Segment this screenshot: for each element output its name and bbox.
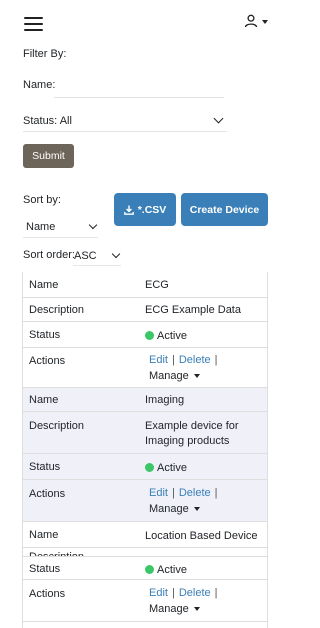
- actions-cell: Edit | Delete | Manage: [149, 353, 269, 384]
- chevron-down-icon: [193, 507, 200, 512]
- delete-link[interactable]: Delete: [179, 487, 211, 499]
- status-cell: Active: [145, 329, 265, 343]
- table-row: Actions Edit | Delete | Manage: [23, 348, 267, 388]
- manage-label: Manage: [149, 602, 189, 615]
- chevron-down-icon: [193, 607, 200, 612]
- create-device-button[interactable]: Create Device: [181, 193, 268, 226]
- table-row: Status Active: [23, 454, 267, 480]
- edit-link[interactable]: Edit: [149, 487, 168, 499]
- separator: |: [171, 487, 175, 499]
- table-row: Actions Edit | Delete | Manage: [23, 480, 267, 522]
- status-dot-icon: [145, 331, 154, 340]
- name-key: Name: [29, 279, 59, 291]
- status-key: Status: [29, 461, 61, 473]
- chevron-down-icon: [88, 220, 98, 229]
- status-key: Status: [29, 329, 61, 341]
- actions-key: Actions: [29, 488, 66, 500]
- hamburger-menu-icon[interactable]: [24, 17, 43, 31]
- delete-link[interactable]: Delete: [179, 354, 211, 366]
- device-name: Imaging: [145, 394, 185, 406]
- status-select[interactable]: Status: All: [23, 110, 227, 132]
- table-row: Description ECG Example Data: [23, 298, 267, 322]
- table-row: Name Location Based Device: [23, 522, 267, 548]
- separator: |: [214, 354, 218, 366]
- download-csv-button[interactable]: *.CSV: [114, 193, 176, 226]
- sort-order-select[interactable]: ASC: [73, 246, 121, 266]
- status-key: Status: [29, 563, 61, 575]
- sort-order-label: Sort order:: [23, 249, 75, 261]
- table-row: Status Active: [23, 322, 267, 348]
- status-cell: Active: [145, 563, 265, 577]
- manage-label: Manage: [149, 369, 189, 382]
- manage-dropdown[interactable]: Manage: [149, 369, 200, 385]
- name-key: Name: [29, 529, 59, 541]
- device-name: ECG: [145, 279, 169, 291]
- table-row: Status Active: [23, 556, 267, 580]
- table-row: Actions Edit | Delete | Manage: [23, 580, 267, 622]
- sort-order-value: ASC: [74, 249, 97, 262]
- chevron-down-icon: [193, 374, 200, 379]
- filter-title: Filter By:: [23, 48, 67, 60]
- sort-by-value: Name: [26, 220, 56, 233]
- name-label: Name:: [23, 79, 56, 91]
- status-cell: Active: [145, 461, 265, 475]
- sort-by-label: Sort by:: [23, 194, 61, 206]
- manage-dropdown[interactable]: Manage: [149, 502, 200, 518]
- separator: |: [171, 354, 175, 366]
- chevron-down-icon: [262, 20, 268, 24]
- user-menu-button[interactable]: [244, 14, 272, 32]
- edit-link[interactable]: Edit: [149, 587, 168, 599]
- user-icon: [244, 14, 258, 28]
- device-table: Name ECG Description ECG Example Data St…: [22, 272, 268, 628]
- table-row: Description Example device for Imaging p…: [23, 412, 267, 454]
- table-row: Name Imaging: [23, 388, 267, 412]
- device-description: ECG Example Data: [145, 304, 241, 316]
- manage-dropdown[interactable]: Manage: [149, 602, 200, 618]
- sort-by-select[interactable]: Name: [23, 216, 98, 238]
- actions-key: Actions: [29, 355, 66, 367]
- table-row: Description: [23, 548, 267, 556]
- status-label: Status:: [23, 114, 58, 127]
- separator: |: [214, 587, 218, 599]
- name-input[interactable]: [54, 78, 224, 98]
- device-name: Location Based Device: [145, 530, 258, 542]
- download-icon: [123, 205, 134, 215]
- chevron-down-icon: [111, 249, 121, 258]
- device-status: Active: [157, 330, 187, 342]
- separator: |: [171, 587, 175, 599]
- status-dot-icon: [145, 463, 154, 472]
- device-status: Active: [157, 564, 187, 576]
- description-key: Description: [29, 420, 85, 432]
- delete-link[interactable]: Delete: [179, 587, 211, 599]
- actions-key: Actions: [29, 588, 66, 600]
- name-key: Name: [29, 394, 59, 406]
- table-row: Name ECG: [23, 272, 267, 298]
- status-dot-icon: [145, 565, 154, 574]
- submit-button[interactable]: Submit: [23, 144, 74, 168]
- description-key: Description: [29, 304, 85, 316]
- separator: |: [214, 487, 218, 499]
- actions-cell: Edit | Delete | Manage: [149, 486, 269, 517]
- status-value: All: [59, 114, 72, 127]
- device-status: Active: [157, 462, 187, 474]
- device-description: Example device for Imaging products: [145, 420, 239, 447]
- manage-label: Manage: [149, 502, 189, 515]
- chevron-down-icon: [213, 113, 224, 124]
- csv-label: *.CSV: [137, 203, 167, 216]
- actions-cell: Edit | Delete | Manage: [149, 586, 269, 617]
- edit-link[interactable]: Edit: [149, 354, 168, 366]
